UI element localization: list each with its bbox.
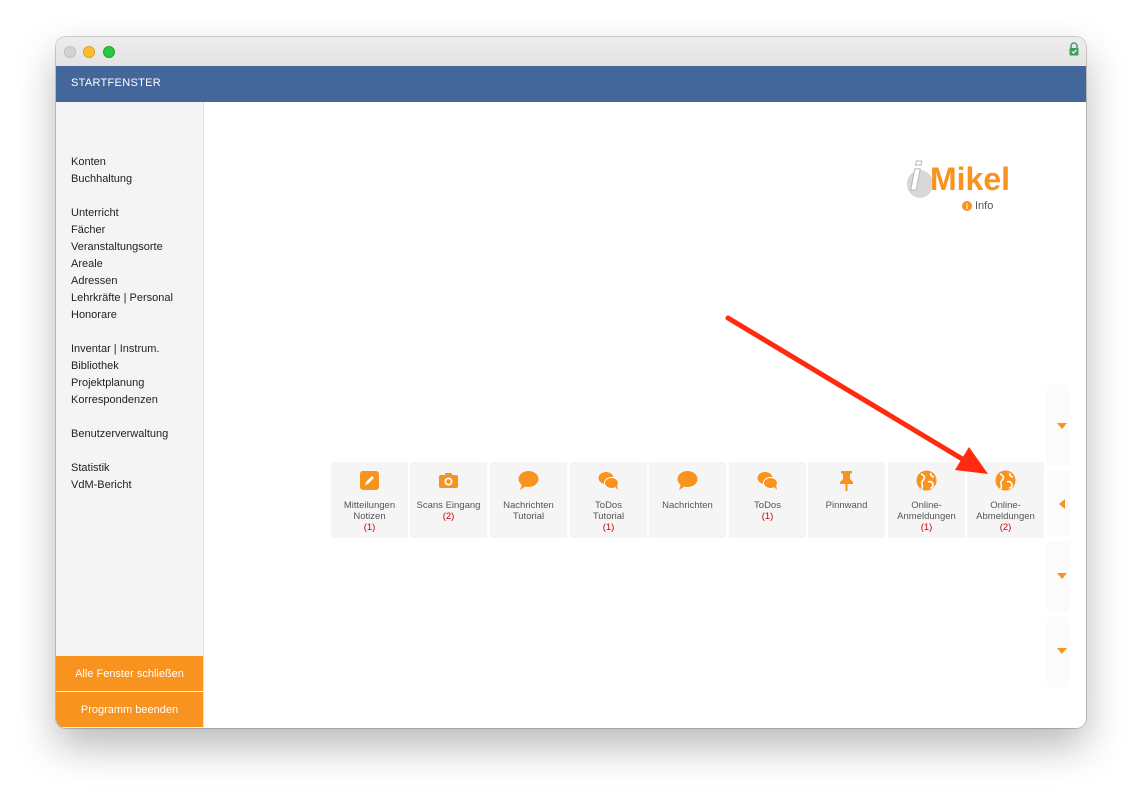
nav-group-teaching: Unterricht Fächer Veranstaltungsorte Are… (71, 205, 173, 324)
tile-label: Anmeldungen (897, 511, 956, 522)
imikel-logo: i Mikel (907, 155, 1010, 200)
header-bar: STARTFENSTER (56, 66, 1086, 102)
pencil-icon (360, 471, 379, 490)
info-link[interactable]: i Info (962, 200, 993, 212)
tile-online-abmeldungen[interactable]: Online- Abmeldungen (2) (967, 462, 1044, 538)
tile-label: Mitteilungen (343, 500, 396, 511)
tile-online-anmeldungen[interactable]: Online- Anmeldungen (1) (888, 462, 965, 538)
close-all-windows-button[interactable]: Alle Fenster schließen (56, 656, 203, 691)
title-bar (56, 37, 1086, 67)
logo-wordmark: Mikel (930, 161, 1010, 197)
tile-label: Tutorial (512, 511, 545, 522)
tile-count: (1) (363, 522, 376, 533)
tile-label: Pinnwand (825, 500, 868, 511)
tile-label: Tutorial (592, 511, 625, 522)
maximize-window-button[interactable] (103, 46, 115, 58)
nav-group-finance: Konten Buchhaltung (71, 154, 132, 188)
minimize-window-button[interactable] (83, 46, 95, 58)
sidebar-item-vdm-bericht[interactable]: VdM-Bericht (71, 477, 132, 494)
tile-label: ToDos (754, 500, 781, 511)
tile-pinnwand[interactable]: Pinnwand (808, 462, 885, 538)
side-panel-bottom (1047, 617, 1069, 687)
sidebar-item-unterricht[interactable]: Unterricht (71, 205, 173, 222)
side-panel-lower (1047, 542, 1069, 612)
tile-nachrichten[interactable]: Nachrichten (649, 462, 726, 538)
tile-todos-tutorial[interactable]: ToDos Tutorial (1) (570, 462, 647, 538)
chat-bubbles-icon (598, 472, 619, 490)
tile-count: (1) (602, 522, 615, 533)
sidebar-item-inventar[interactable]: Inventar | Instrum. (71, 341, 159, 358)
tile-count: (1) (761, 511, 774, 522)
sidebar-item-honorare[interactable]: Honorare (71, 307, 173, 324)
sidebar-item-areale[interactable]: Areale (71, 256, 173, 273)
sidebar-item-personal[interactable]: Lehrkräfte | Personal (71, 290, 173, 307)
side-panel-top (1047, 385, 1069, 465)
info-icon: i (962, 201, 972, 211)
sidebar-item-korrespondenzen[interactable]: Korrespondenzen (71, 392, 159, 409)
pin-icon (840, 471, 853, 491)
sidebar-item-faecher[interactable]: Fächer (71, 222, 173, 239)
close-window-button[interactable] (64, 46, 76, 58)
quit-program-button[interactable]: Programm beenden (56, 692, 203, 727)
tile-scans-eingang[interactable]: Scans Eingang (2) (410, 462, 487, 538)
sidebar-item-benutzerverwaltung[interactable]: Benutzerverwaltung (71, 426, 168, 443)
camera-icon (439, 473, 458, 488)
tile-label: Online- (990, 500, 1021, 511)
tile-todos[interactable]: ToDos (1) (729, 462, 806, 538)
tile-label: Nachrichten (503, 500, 554, 511)
nav-group-users: Benutzerverwaltung (71, 426, 168, 443)
tile-label: Scans Eingang (416, 500, 481, 511)
tile-nachrichten-tutorial[interactable]: Nachrichten Tutorial (490, 462, 567, 538)
tile-label: Notizen (353, 511, 386, 522)
sidebar-item-buchhaltung[interactable]: Buchhaltung (71, 171, 132, 188)
lock-icon (1069, 42, 1079, 56)
tile-label: Online- (911, 500, 942, 511)
chevron-down-icon[interactable] (1057, 647, 1067, 655)
chevron-down-icon[interactable] (1057, 572, 1067, 580)
nav-group-inventory: Inventar | Instrum. Bibliothek Projektpl… (71, 341, 159, 409)
tile-count: (1) (920, 522, 933, 533)
sidebar: Konten Buchhaltung Unterricht Fächer Ver… (56, 102, 204, 728)
tile-label: ToDos (595, 500, 622, 511)
globe-icon (916, 470, 937, 491)
tile-label: Abmeldungen (976, 511, 1035, 522)
sidebar-item-konten[interactable]: Konten (71, 154, 132, 171)
tile-count: (2) (999, 522, 1012, 533)
sidebar-item-statistik[interactable]: Statistik (71, 460, 132, 477)
tile-mitteilungen-notizen[interactable]: Mitteilungen Notizen (1) (331, 462, 408, 538)
sidebar-item-projektplanung[interactable]: Projektplanung (71, 375, 159, 392)
nav-group-statistics: Statistik VdM-Bericht (71, 460, 132, 494)
sidebar-item-veranstaltungsorte[interactable]: Veranstaltungsorte (71, 239, 173, 256)
speech-bubble-icon (677, 471, 698, 490)
chevron-down-icon[interactable] (1057, 422, 1067, 430)
info-label: Info (975, 200, 994, 212)
side-panel-middle (1047, 470, 1069, 536)
logo-letter-i: i (910, 155, 922, 199)
chat-bubbles-icon (757, 472, 778, 490)
chevron-left-icon[interactable] (1058, 499, 1066, 509)
main-content: i Mikel i Info Mitteilungen Notizen (1) … (204, 102, 1086, 728)
tile-count: (2) (442, 511, 455, 522)
globe-icon (995, 470, 1016, 491)
sidebar-item-adressen[interactable]: Adressen (71, 273, 173, 290)
tile-label: Nachrichten (662, 500, 713, 511)
page-title: STARTFENSTER (71, 77, 161, 89)
sidebar-item-bibliothek[interactable]: Bibliothek (71, 358, 159, 375)
speech-bubble-icon (518, 471, 539, 490)
app-window: STARTFENSTER Konten Buchhaltung Unterric… (56, 37, 1086, 728)
